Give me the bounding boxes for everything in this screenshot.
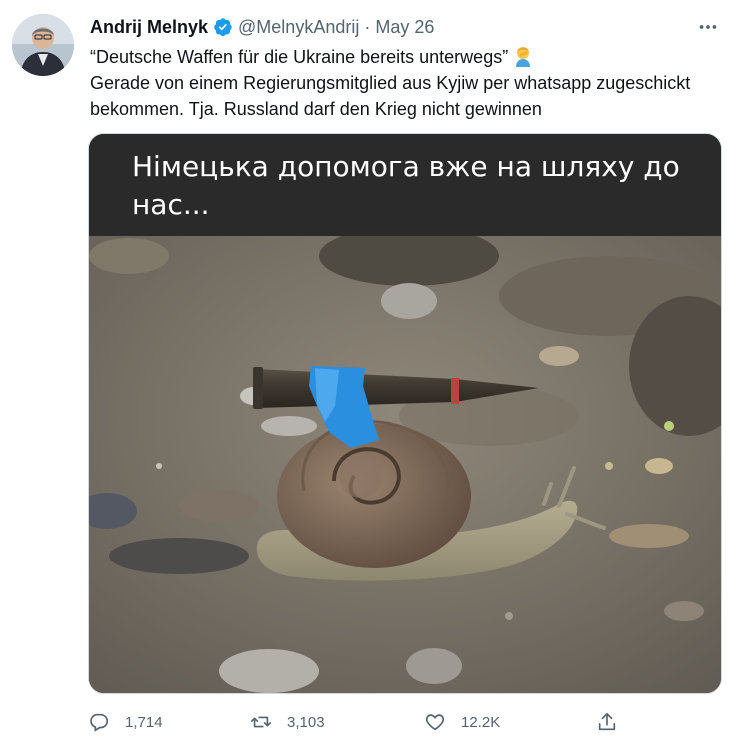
retweet-icon <box>251 716 271 728</box>
tweet-actions: 1,714 3,103 12.2K <box>88 708 720 736</box>
avatar[interactable] <box>12 14 74 76</box>
snail-photo <box>89 236 721 693</box>
separator-dot: · <box>364 16 371 37</box>
like-button[interactable]: 12.2K <box>424 708 500 736</box>
person-facepalming-emoji <box>513 45 533 67</box>
share-button[interactable] <box>596 708 633 736</box>
more-icon[interactable] <box>697 16 719 38</box>
tweet-quote-line: “Deutsche Waffen für die Ukraine bereits… <box>90 47 509 67</box>
media-caption: Німецька допомога вже на шляху до нас... <box>132 150 680 221</box>
tweet-header: Andrij Melnyk @MelnykAndrij · May 26 <box>90 14 434 40</box>
retweet-button[interactable]: 3,103 <box>250 708 325 736</box>
reply-icon <box>90 713 109 732</box>
like-count: 12.2K <box>461 713 501 731</box>
tweet-date[interactable]: May 26 <box>375 17 434 38</box>
tweet-media[interactable]: Німецька допомога вже на шляху до нас... <box>88 133 722 694</box>
media-caption-bar: Німецька допомога вже на шляху до нас... <box>89 134 721 236</box>
author-handle[interactable]: @MelnykAndrij <box>238 17 359 38</box>
tweet-text: “Deutsche Waffen für die Ukraine bereits… <box>90 44 720 122</box>
retweet-count: 3,103 <box>287 713 325 731</box>
reply-button[interactable]: 1,714 <box>88 708 163 736</box>
verified-badge-icon <box>213 17 233 37</box>
author-name[interactable]: Andrij Melnyk <box>90 17 208 38</box>
tweet-body: Gerade von einem Regierungsmitglied aus … <box>90 73 691 119</box>
like-icon <box>425 714 445 731</box>
reply-count: 1,714 <box>125 713 163 731</box>
share-icon <box>598 712 616 731</box>
